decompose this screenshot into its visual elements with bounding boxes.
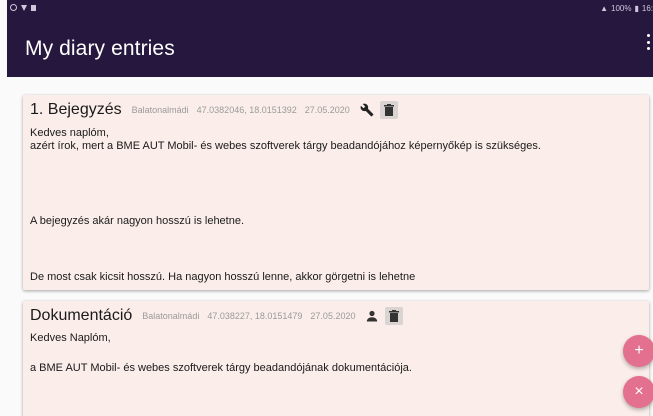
add-entry-button[interactable]: + [623, 335, 653, 367]
notification-icon [10, 4, 17, 11]
clock-time: 16: [641, 4, 653, 13]
delete-icon[interactable] [385, 307, 404, 325]
entry-title: Dokumentáció [30, 307, 133, 324]
entry-text-line: Kedves naplóm, [30, 127, 109, 139]
entry-text-line: Kedves Naplóm, [30, 332, 111, 344]
entry-header: 1. Bejegyzés Balatonalmádi 47.0382046, 1… [30, 101, 398, 119]
page-title: My diary entries [25, 37, 175, 60]
overflow-menu-icon[interactable] [645, 34, 651, 50]
wrench-icon[interactable] [358, 101, 376, 119]
entry-coordinates: 47.038227, 18.0151479 [207, 311, 303, 321]
entry-date: 27.05.2020 [310, 311, 356, 321]
battery-icon: ▮ [634, 4, 639, 13]
app-screen: ▲ 100% ▮ 16: My diary entries 1. Bejegyz… [0, 0, 653, 416]
entry-text-line: De most csak kicsit hosszú. Ha nagyon ho… [30, 271, 416, 283]
close-button[interactable]: × [623, 376, 653, 408]
delete-icon[interactable] [379, 101, 398, 119]
wifi-signal-icon: ▲ [600, 4, 608, 13]
entry-text-line: azért írok, mert a BME AUT Mobil- és web… [30, 140, 541, 152]
entry-header: Dokumentáció Balatonalmádi 47.038227, 18… [30, 307, 404, 325]
battery-percent: 100% [611, 4, 632, 13]
entry-title: 1. Bejegyzés [30, 101, 122, 118]
status-left-icons [10, 4, 36, 11]
entry-text-line: A bejegyzés akár nagyon hosszú is lehetn… [30, 215, 245, 227]
entry-text-line: a BME AUT Mobil- és webes szoftverek tár… [30, 362, 412, 374]
diary-entry-card[interactable]: Dokumentáció Balatonalmádi 47.038227, 18… [23, 301, 649, 416]
person-icon[interactable] [363, 307, 381, 325]
entry-location: Balatonalmádi [131, 105, 189, 115]
entry-location: Balatonalmádi [142, 311, 200, 321]
entry-date: 27.05.2020 [304, 105, 350, 115]
status-right-icons: ▲ 100% ▮ 16: [600, 4, 653, 13]
download-icon [21, 4, 27, 11]
diary-entry-card[interactable]: 1. Bejegyzés Balatonalmádi 47.0382046, 1… [23, 95, 649, 290]
entry-coordinates: 47.0382046, 18.0151392 [196, 105, 297, 115]
app-bar: ▲ 100% ▮ 16: My diary entries [7, 0, 653, 77]
sd-card-icon [31, 4, 36, 11]
status-bar: ▲ 100% ▮ 16: [7, 0, 653, 18]
